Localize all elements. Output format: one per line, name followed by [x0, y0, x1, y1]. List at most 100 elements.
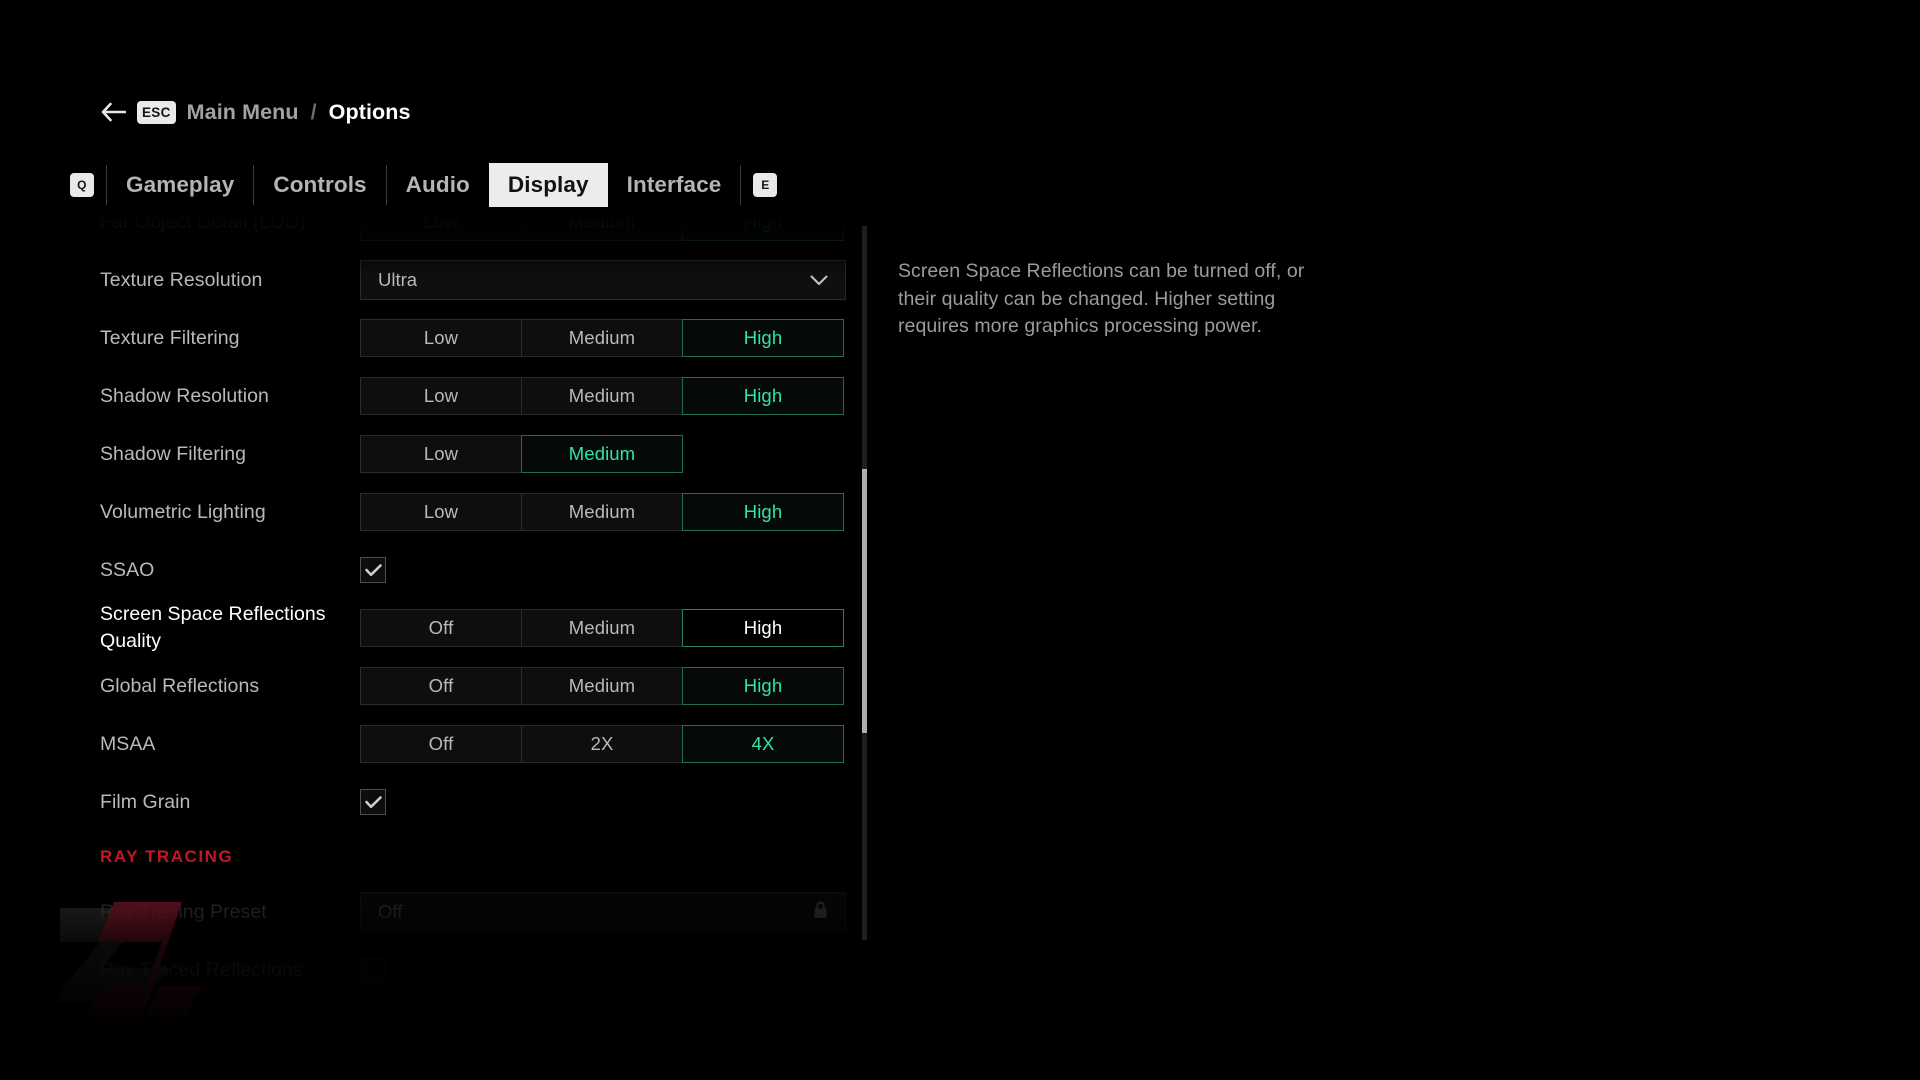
- tab-label: Audio: [405, 172, 470, 197]
- scrollbar-thumb[interactable]: [862, 468, 867, 733]
- setting-row-shadow-resolution[interactable]: Shadow Resolution Low Medium High: [0, 367, 880, 425]
- setting-control: Off: [360, 892, 846, 932]
- setting-control: Off Medium High: [360, 667, 844, 705]
- segment-option-off[interactable]: Off: [360, 725, 522, 763]
- tab-label: Controls: [273, 172, 367, 197]
- settings-scroll-pane[interactable]: Far Object Detail (LOD) Low Medium High Text…: [0, 215, 880, 1080]
- setting-control: Low Medium: [360, 435, 683, 473]
- e-key-badge[interactable]: E: [753, 173, 778, 197]
- back-arrow-icon[interactable]: [100, 101, 126, 123]
- tab-controls[interactable]: Controls: [254, 163, 385, 207]
- setting-label: Shadow Filtering: [100, 442, 247, 465]
- tab-interface[interactable]: Interface: [608, 163, 741, 207]
- setting-control: Ultra: [360, 260, 846, 300]
- dropdown-texture-resolution[interactable]: Ultra: [360, 260, 846, 300]
- setting-row-ssao[interactable]: SSAO: [0, 541, 880, 599]
- segment-option-high[interactable]: High: [682, 667, 844, 705]
- segment-option-off[interactable]: Off: [360, 667, 522, 705]
- setting-row-ray-traced-reflections: Ray Traced Reflections: [0, 941, 880, 999]
- segmented-control: Off Medium High: [360, 609, 844, 647]
- tab-bar: Q Gameplay Controls Audio Display Interf…: [58, 163, 789, 207]
- setting-label: Far Object Detail (LOD): [100, 215, 306, 233]
- lock-icon: [814, 901, 827, 918]
- setting-control: Low Medium High: [360, 377, 844, 415]
- breadcrumb: ESC Main Menu / Options: [100, 95, 411, 129]
- segment-option-low[interactable]: Low: [360, 319, 522, 357]
- segment-option-medium[interactable]: Medium: [521, 377, 683, 415]
- setting-label: Shadow Resolution: [100, 384, 269, 407]
- breadcrumb-current: Options: [328, 99, 411, 124]
- setting-control: [360, 957, 386, 983]
- checkbox-film-grain[interactable]: [360, 789, 386, 815]
- setting-label: Ray Tracing Preset: [100, 900, 267, 923]
- tab-next-key-wrap[interactable]: E: [741, 163, 789, 207]
- segment-option-low[interactable]: Low: [360, 215, 522, 241]
- segment-option-medium[interactable]: Medium: [521, 667, 683, 705]
- setting-row-texture-filtering[interactable]: Texture Filtering Low Medium High: [0, 309, 880, 367]
- segmented-control: Off 2X 4X: [360, 725, 844, 763]
- setting-label: Texture Filtering: [100, 326, 240, 349]
- scrollbar-track[interactable]: [862, 226, 867, 940]
- setting-control: Low Medium High: [360, 215, 844, 241]
- segmented-control: Low Medium: [360, 435, 683, 473]
- setting-control: Low Medium High: [360, 319, 844, 357]
- tab-display[interactable]: Display: [488, 163, 608, 207]
- setting-row-global-reflections[interactable]: Global Reflections Off Medium High: [0, 657, 880, 715]
- setting-label: SSAO: [100, 558, 155, 581]
- setting-row-far-object-detail-lod[interactable]: Far Object Detail (LOD) Low Medium High: [0, 215, 880, 251]
- setting-control: Off 2X 4X: [360, 725, 844, 763]
- tab-audio[interactable]: Audio: [387, 163, 489, 207]
- checkbox-ssao[interactable]: [360, 557, 386, 583]
- tab-prev-key-wrap[interactable]: Q: [58, 163, 106, 207]
- lock-icon: [813, 901, 828, 924]
- segmented-control: Low Medium High: [360, 377, 844, 415]
- segment-option-off[interactable]: Off: [360, 609, 522, 647]
- segment-option-medium[interactable]: Medium: [521, 435, 683, 473]
- checkmark-icon: [364, 795, 382, 809]
- segmented-control: Low Medium High: [360, 319, 844, 357]
- tab-label: Interface: [626, 172, 722, 197]
- dropdown-value: Ultra: [378, 269, 418, 290]
- segment-option-high[interactable]: High: [682, 493, 844, 531]
- segment-option-high[interactable]: High: [682, 609, 844, 647]
- segment-option-high[interactable]: High: [682, 377, 844, 415]
- setting-row-volumetric-lighting[interactable]: Volumetric Lighting Low Medium High: [0, 483, 880, 541]
- tab-label: Gameplay: [126, 172, 235, 197]
- chevron-down-icon: [810, 274, 828, 286]
- setting-row-texture-resolution[interactable]: Texture Resolution Ultra: [0, 251, 880, 309]
- segment-option-medium[interactable]: Medium: [521, 493, 683, 531]
- q-key-badge[interactable]: Q: [70, 173, 94, 197]
- options-screen: ESC Main Menu / Options Q Gameplay Contr…: [0, 0, 1920, 1080]
- checkbox-ray-traced-reflections: [360, 957, 386, 983]
- dropdown-value: Off: [378, 901, 403, 922]
- esc-key-badge[interactable]: ESC: [137, 100, 176, 124]
- segment-option-medium[interactable]: Medium: [521, 319, 683, 357]
- section-header-ray-tracing: RAY TRACING: [100, 847, 234, 866]
- setting-label: Screen Space Reflections Quality: [100, 603, 326, 652]
- tab-gameplay[interactable]: Gameplay: [107, 163, 253, 207]
- segmented-control: Low Medium High: [360, 215, 844, 241]
- setting-row-shadow-filtering[interactable]: Shadow Filtering Low Medium: [0, 425, 880, 483]
- setting-control: Low Medium High: [360, 493, 844, 531]
- breadcrumb-parent[interactable]: Main Menu: [187, 100, 299, 125]
- segment-option-low[interactable]: Low: [360, 493, 522, 531]
- setting-row-film-grain[interactable]: Film Grain: [0, 773, 880, 831]
- setting-control: [360, 789, 386, 815]
- setting-control: Off Medium High: [360, 609, 844, 647]
- setting-row-msaa[interactable]: MSAA Off 2X 4X: [0, 715, 880, 773]
- setting-row-screen-space-reflections-quality[interactable]: Screen Space Reflections Quality Off Mediu…: [0, 599, 880, 657]
- segment-option-2x[interactable]: 2X: [521, 725, 683, 763]
- segment-option-high[interactable]: High: [682, 319, 844, 357]
- tab-label: Display: [507, 172, 589, 197]
- setting-label: Global Reflections: [100, 674, 260, 697]
- segment-option-4x[interactable]: 4X: [682, 725, 844, 763]
- segment-option-low[interactable]: Low: [360, 377, 522, 415]
- segment-option-low[interactable]: Low: [360, 435, 522, 473]
- settings-list: Far Object Detail (LOD) Low Medium High Text…: [0, 215, 880, 999]
- segment-option-medium[interactable]: Medium: [521, 609, 683, 647]
- setting-label: Ray Traced Reflections: [100, 958, 303, 981]
- segment-option-high[interactable]: High: [682, 215, 844, 241]
- setting-row-ray-tracing-preset: Ray Tracing Preset Off: [0, 883, 880, 941]
- setting-label: Volumetric Lighting: [100, 500, 266, 523]
- segment-option-medium[interactable]: Medium: [521, 215, 683, 241]
